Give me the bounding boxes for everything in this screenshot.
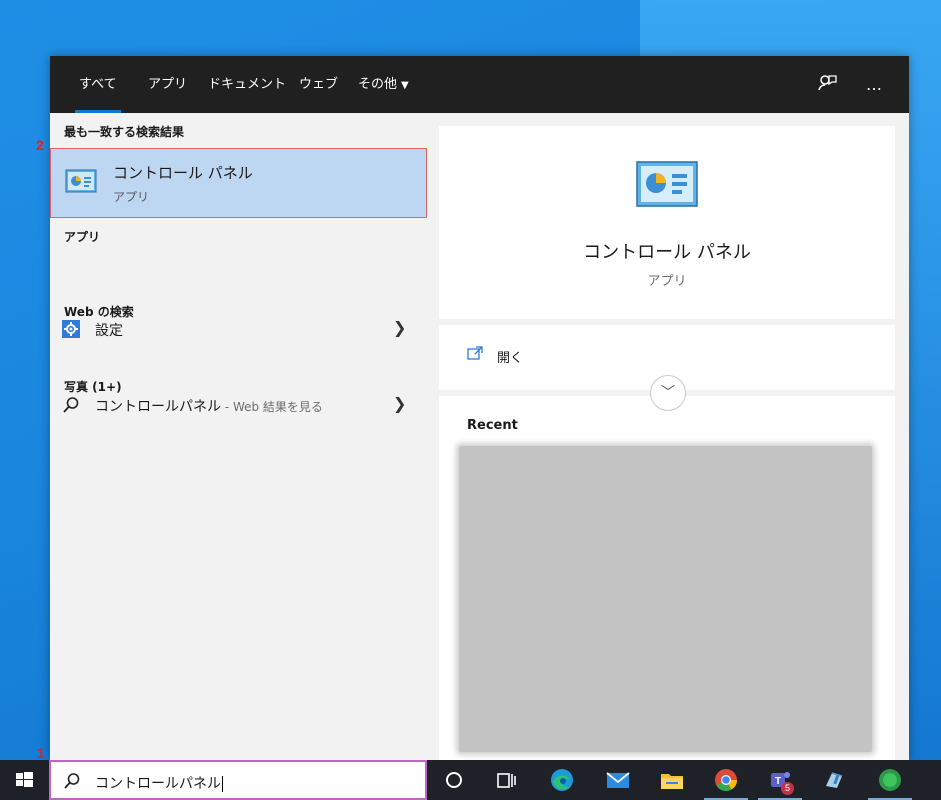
chevron-right-icon[interactable]: ❯ — [393, 394, 406, 413]
search-tab-bar: すべて アプリ ドキュメント ウェブ その他 ▼ … — [50, 56, 909, 113]
control-panel-icon — [636, 160, 698, 212]
web-search-query: コントロールパネル — [95, 399, 221, 415]
app-icon[interactable] — [868, 766, 912, 800]
edge-icon[interactable] — [548, 766, 576, 794]
text-cursor — [222, 776, 223, 792]
teams-badge: 5 — [781, 782, 794, 795]
search-input[interactable]: コントロールパネル — [95, 773, 223, 793]
settings-label: 設定 — [95, 323, 123, 339]
tab-more-label: その他 — [358, 77, 398, 92]
best-match-subtitle: アプリ — [113, 190, 150, 204]
tab-all[interactable]: すべて — [75, 56, 121, 113]
file-explorer-icon[interactable] — [658, 766, 686, 794]
chevron-right-icon[interactable]: ❯ — [393, 318, 406, 337]
step-marker-2: 2 — [36, 137, 44, 153]
chevron-down-icon: ▼ — [401, 80, 409, 91]
results-list: 最も一致する検索結果 コントロール パネル アプリ アプリ 設定 ❯ Web の… — [50, 113, 428, 760]
detail-pane: コントロール パネル アプリ 開く ﹀ Recent — [439, 126, 895, 760]
windows-logo-icon — [16, 772, 33, 787]
open-icon — [467, 345, 483, 364]
svg-text:T: T — [775, 776, 781, 787]
open-label: 開く — [497, 351, 524, 366]
feedback-icon[interactable] — [815, 73, 839, 97]
recent-heading: Recent — [467, 418, 518, 433]
mail-icon[interactable] — [604, 766, 632, 794]
search-panel: すべて アプリ ドキュメント ウェブ その他 ▼ … 最も一致する検索結果 コン… — [50, 56, 909, 760]
best-match-title: コントロール パネル — [113, 164, 253, 182]
search-query-text: コントロールパネル — [95, 776, 221, 792]
settings-gear-icon — [62, 320, 80, 338]
photos-heading[interactable]: 写真 (1+) — [64, 378, 122, 395]
paint-icon[interactable] — [820, 766, 848, 794]
chrome-icon[interactable] — [704, 766, 748, 800]
web-search-label: コントロールパネル - Web 結果を見る — [95, 396, 323, 416]
search-icon — [63, 772, 81, 794]
more-options-icon[interactable]: … — [862, 73, 886, 97]
step-marker-1: 1 — [37, 745, 45, 761]
recent-items-blurred — [459, 446, 872, 752]
search-icon — [62, 396, 80, 414]
cortana-icon[interactable] — [440, 766, 468, 794]
web-search-heading: Web の検索 — [64, 305, 134, 319]
best-match-result[interactable]: コントロール パネル アプリ — [50, 148, 427, 218]
task-view-icon[interactable] — [492, 766, 520, 794]
tab-apps[interactable]: アプリ — [148, 56, 187, 113]
best-match-heading: 最も一致する検索結果 — [64, 125, 185, 139]
divider — [439, 319, 895, 325]
taskbar: コントロールパネル T 5 — [0, 760, 941, 800]
control-panel-icon — [65, 169, 97, 199]
tab-documents[interactable]: ドキュメント — [208, 56, 286, 113]
tab-more[interactable]: その他 ▼ — [358, 56, 409, 113]
tab-web[interactable]: ウェブ — [299, 56, 338, 113]
teams-icon[interactable]: T 5 — [758, 766, 802, 800]
start-button[interactable] — [0, 760, 48, 800]
detail-subtitle: アプリ — [647, 274, 687, 289]
taskbar-search-box[interactable]: コントロールパネル — [49, 760, 427, 800]
expand-chevron-icon[interactable]: ﹀ — [650, 375, 686, 411]
apps-heading: アプリ — [64, 230, 101, 244]
detail-title: コントロール パネル — [583, 242, 751, 263]
web-search-suffix: - Web 結果を見る — [221, 400, 323, 414]
